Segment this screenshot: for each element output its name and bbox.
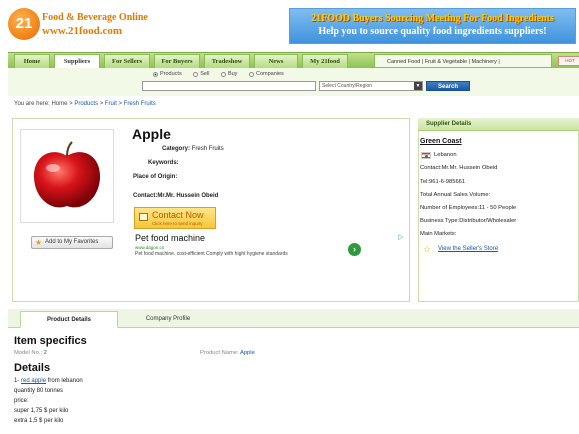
- radio-buy[interactable]: [220, 71, 226, 77]
- product-name-label: Product Name:: [200, 350, 239, 356]
- supplier-main-markets: Main Markets:: [420, 231, 457, 237]
- radio-label-companies: Companies: [255, 71, 284, 77]
- lebanon-flag-icon: [421, 152, 431, 159]
- adchoices-icon[interactable]: ▷: [398, 233, 403, 241]
- apple-image: [33, 141, 101, 208]
- keywords-row: Keywords:: [148, 160, 179, 166]
- country-select[interactable]: Select Country/Region ▼: [319, 81, 423, 91]
- breadcrumb-sep: >: [118, 101, 123, 107]
- contact-now-button[interactable]: Contact Now Click here to send inquiry: [134, 207, 216, 229]
- contact-now-label: Contact Now: [152, 210, 204, 220]
- supplier-heading: Supplier Details: [418, 118, 579, 131]
- site-logo[interactable]: 21 Food & Beverage Online www.21food.com: [8, 6, 158, 42]
- product-name-value: Apple: [239, 350, 255, 356]
- contact-line: Contact:Mr.Mr. Hussein Obeid: [133, 193, 219, 199]
- item-specifics-heading: Item specifics: [14, 335, 87, 347]
- product-name-row: Product Name: Apple: [200, 350, 255, 356]
- detail-price-super: super 1,75 $ per kilo: [14, 408, 69, 414]
- supplier-contact: Contact:Mr.Mr. Hussein Obeid: [420, 165, 498, 171]
- hot-badge[interactable]: HOT: [558, 56, 579, 66]
- breadcrumb: You are here: Home > Products > Fruit > …: [14, 101, 156, 107]
- breadcrumb-products[interactable]: Products: [74, 101, 98, 107]
- logo-name: Food & Beverage Online: [42, 12, 148, 23]
- ad-description: Pet food machine. cost-efficient Comply …: [135, 251, 288, 257]
- radio-label-buy: Buy: [227, 71, 238, 77]
- nav-tab-tradeshow[interactable]: Tradeshow: [204, 54, 250, 68]
- star-icon: ★: [35, 238, 43, 247]
- radio-sell[interactable]: [193, 71, 199, 77]
- red-apple-link[interactable]: red apple: [21, 378, 46, 384]
- tab-product-details[interactable]: Product Details: [20, 311, 118, 328]
- radio-companies[interactable]: [248, 71, 254, 77]
- breadcrumb-fresh-fruits[interactable]: Fresh Fruits: [124, 101, 156, 107]
- nav-tab-news[interactable]: News: [254, 54, 298, 68]
- detail-prefix: 1-: [14, 378, 20, 384]
- envelope-icon: [139, 213, 148, 221]
- keywords-label: Keywords:: [148, 160, 179, 166]
- ad-url[interactable]: www.dagon.cn: [135, 245, 164, 250]
- radio-label-sell: Sell: [200, 71, 210, 77]
- place-label: Place of Origin:: [133, 174, 178, 180]
- product-image[interactable]: [20, 129, 114, 223]
- breadcrumb-fruit[interactable]: Fruit: [105, 101, 117, 107]
- detail-tabs: Product Details Company Profile: [8, 309, 579, 328]
- category-label: Category:: [162, 146, 191, 152]
- main-nav: Home Suppliers For Sellers For Buyers Tr…: [8, 52, 579, 68]
- store-icon: ☆: [423, 244, 432, 254]
- arrow-right-icon[interactable]: ›: [348, 243, 361, 256]
- add-to-favorites-button[interactable]: ★ Add to My Favorites: [31, 236, 113, 249]
- detail-suffix: from lebanon: [47, 378, 83, 384]
- product-title: Apple: [132, 126, 171, 142]
- radio-products[interactable]: [153, 71, 158, 77]
- supplier-employees: Number of Employees:11 - 50 People: [420, 205, 517, 211]
- ad-unit[interactable]: Pet food machine www.dagon.cn Pet food m…: [133, 233, 407, 273]
- contact-now-sublabel: Click here to send inquiry: [152, 221, 203, 226]
- banner-subtitle: Help you to source quality food ingredie…: [318, 26, 547, 37]
- supplier-country: Lebanon: [434, 152, 457, 158]
- chevron-down-icon: ▼: [414, 82, 422, 90]
- details-heading: Details: [14, 362, 51, 374]
- supplier-name-link[interactable]: Green Coast: [420, 138, 462, 145]
- supplier-business-type: Business Type:Distributor/Wholesaler: [420, 218, 517, 224]
- supplier-sales-volume: Total Annual Sales Volume:: [420, 192, 491, 198]
- model-no-label: Model No.:: [14, 350, 43, 356]
- country-select-value: Select Country/Region: [322, 83, 373, 89]
- category-value: Fresh Fruits: [191, 146, 224, 152]
- detail-price-extra: extra 1,5 $ per kilo: [14, 418, 64, 424]
- place-of-origin-row: Place of Origin:: [133, 174, 177, 180]
- sourcing-meeting-banner[interactable]: 21FOOD Buyers Sourcing Meeting For Food …: [289, 8, 576, 44]
- model-no-value: 2: [43, 350, 47, 356]
- breadcrumb-sep: >: [99, 101, 104, 107]
- search-button[interactable]: Search: [426, 81, 470, 91]
- logo-url: www.21food.com: [42, 25, 123, 37]
- nav-tab-for-buyers[interactable]: For Buyers: [154, 54, 200, 68]
- detail-quantity: quantity 80 tonnes: [14, 388, 64, 394]
- nav-tab-home[interactable]: Home: [14, 54, 50, 68]
- nav-tab-suppliers[interactable]: Suppliers: [54, 54, 100, 68]
- nav-tab-my-21food[interactable]: My 21food: [302, 54, 348, 68]
- nav-category-links[interactable]: Canned Food | Fruit & Vegetable | Machin…: [374, 54, 552, 68]
- breadcrumb-prefix: You are here: Home >: [14, 101, 73, 107]
- view-seller-store-link[interactable]: View the Seller's Store: [438, 246, 498, 252]
- favorites-label: Add to My Favorites: [45, 239, 99, 245]
- search-bar: Products Sell Buy Companies Select Count…: [8, 68, 579, 96]
- radio-label-products: Products: [160, 71, 182, 77]
- nav-tab-for-sellers[interactable]: For Sellers: [104, 54, 150, 68]
- banner-title: 21FOOD Buyers Sourcing Meeting For Food …: [311, 13, 554, 24]
- detail-price-label: price:: [14, 398, 29, 404]
- search-input[interactable]: [142, 81, 316, 91]
- logo-badge: 21: [8, 8, 40, 40]
- category-row: Category: Fresh Fruits: [162, 146, 224, 152]
- search-type-radios: Products Sell Buy Companies: [153, 71, 294, 77]
- supplier-tel: Tel:961-6-985661: [420, 179, 466, 185]
- ad-title[interactable]: Pet food machine: [135, 233, 205, 243]
- model-no-row: Model No.: 2: [14, 350, 47, 356]
- tab-company-profile[interactable]: Company Profile: [126, 311, 210, 328]
- detail-line-1: 1- red apple from lebanon: [14, 378, 83, 384]
